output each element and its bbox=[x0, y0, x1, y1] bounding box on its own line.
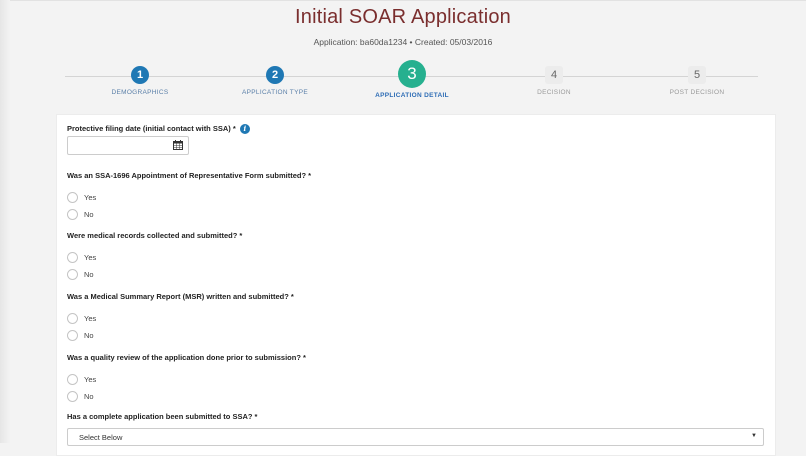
radio-option-no[interactable]: No bbox=[67, 329, 94, 341]
radio-option-no[interactable]: No bbox=[67, 390, 94, 402]
radio-option-yes[interactable]: Yes bbox=[67, 373, 96, 385]
question-medical-records: Were medical records collected and submi… bbox=[67, 231, 243, 240]
application-submitted-select[interactable]: Select Below ▼ bbox=[67, 428, 764, 446]
progress-stepper: 1 DEMOGRAPHICS 2 APPLICATION TYPE 3 APPL… bbox=[0, 55, 806, 115]
step-number-3: 3 bbox=[398, 60, 426, 88]
application-detail-form: Protective filing date (initial contact … bbox=[56, 114, 776, 456]
radio-button[interactable] bbox=[67, 312, 78, 324]
radio-label: No bbox=[84, 330, 94, 340]
protective-filing-date-input[interactable] bbox=[67, 136, 189, 155]
radio-option-yes[interactable]: Yes bbox=[67, 251, 96, 263]
radio-label: No bbox=[84, 209, 94, 219]
step-label-application-type: APPLICATION TYPE bbox=[242, 89, 308, 96]
question-ssa-1696: Was an SSA-1696 Appointment of Represent… bbox=[67, 171, 312, 180]
step-number-5: 5 bbox=[688, 66, 706, 84]
question-quality-review: Was a quality review of the application … bbox=[67, 353, 306, 362]
step-label-post-decision: POST DECISION bbox=[669, 89, 725, 96]
page-title: Initial SOAR Application bbox=[294, 6, 512, 28]
radio-label: Yes bbox=[84, 192, 97, 202]
caret-down-icon: ▼ bbox=[751, 433, 757, 439]
radio-label: No bbox=[84, 391, 94, 401]
radio-button[interactable] bbox=[67, 268, 78, 280]
step-application-detail[interactable]: 3 APPLICATION DETAIL bbox=[347, 55, 477, 99]
window-top-border bbox=[0, 0, 806, 1]
step-decision[interactable]: 4 DECISION bbox=[489, 55, 619, 96]
question-msr: Was a Medical Summary Report (MSR) writt… bbox=[67, 292, 294, 301]
step-label-application-detail: APPLICATION DETAIL bbox=[375, 92, 449, 99]
protective-filing-question: Protective filing date (initial contact … bbox=[67, 124, 250, 135]
step-number-4: 4 bbox=[545, 66, 563, 84]
calendar-icon[interactable] bbox=[173, 140, 183, 150]
radio-label: Yes bbox=[84, 252, 97, 262]
radio-label: No bbox=[84, 269, 94, 279]
step-label-decision: DECISION bbox=[537, 89, 571, 96]
radio-option-yes[interactable]: Yes bbox=[67, 312, 96, 324]
select-value: Select Below bbox=[79, 433, 123, 442]
application-meta: Application: ba60da1234 • Created: 05/03… bbox=[313, 37, 493, 47]
step-label-demographics: DEMOGRAPHICS bbox=[111, 89, 169, 96]
radio-button[interactable] bbox=[67, 373, 78, 385]
radio-button[interactable] bbox=[67, 329, 78, 341]
protective-filing-label: Protective filing date (initial contact … bbox=[67, 124, 236, 133]
radio-button[interactable] bbox=[67, 191, 78, 203]
radio-button[interactable] bbox=[67, 390, 78, 402]
radio-option-no[interactable]: No bbox=[67, 268, 94, 280]
radio-label: Yes bbox=[84, 313, 97, 323]
radio-label: Yes bbox=[84, 374, 97, 384]
step-demographics[interactable]: 1 DEMOGRAPHICS bbox=[75, 55, 205, 96]
question-application-submitted: Has a complete application been submitte… bbox=[67, 412, 258, 421]
radio-button[interactable] bbox=[67, 208, 78, 220]
step-number-2: 2 bbox=[266, 66, 284, 84]
radio-option-no[interactable]: No bbox=[67, 208, 94, 220]
step-post-decision[interactable]: 5 POST DECISION bbox=[632, 55, 762, 96]
radio-button[interactable] bbox=[67, 251, 78, 263]
step-application-type[interactable]: 2 APPLICATION TYPE bbox=[210, 55, 340, 96]
radio-option-yes[interactable]: Yes bbox=[67, 191, 96, 203]
step-number-1: 1 bbox=[131, 66, 149, 84]
info-circle-icon[interactable]: i bbox=[239, 124, 250, 135]
